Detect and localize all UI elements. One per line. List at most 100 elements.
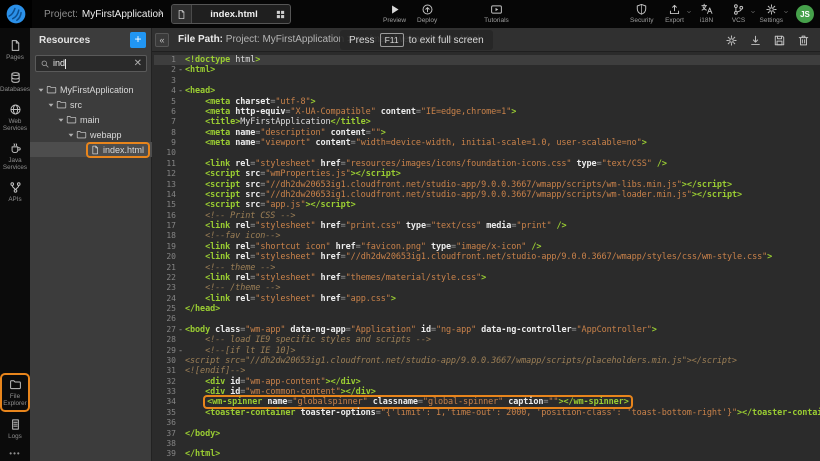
code-editor[interactable]: 1<!doctype html>2-<html>34-<head>5 <meta… [152,52,820,461]
clear-search-icon[interactable]: ✕ [134,58,142,69]
fold-gutter [176,273,185,283]
tree-row-src[interactable]: src [30,97,152,112]
line-number: 9 [154,138,176,148]
code-line-11[interactable]: 11 <link rel="stylesheet" href="resource… [154,159,820,169]
code-line-3[interactable]: 3 [154,76,820,86]
code-line-29[interactable]: 29- <!--[if lt IE 10]> [154,346,820,356]
trash-icon[interactable] [797,34,810,47]
fold-marker[interactable]: - [176,86,185,96]
code-line-24[interactable]: 24 <link rel="stylesheet" href="app.css"… [154,294,820,304]
i18n-button[interactable]: i18N [691,2,723,27]
line-number: 16 [154,211,176,221]
sidebar-item-file-explorer[interactable]: File Explorer [2,375,28,410]
code-line-39[interactable]: 39</html> [154,449,820,459]
code-line-13[interactable]: 13 <script src="//dh2dw20653ig1.cloudfro… [154,180,820,190]
code-line-16[interactable]: 16 <!-- Print CSS --> [154,211,820,221]
code-line-25[interactable]: 25</head> [154,304,820,314]
tree-row-main[interactable]: main [30,112,152,127]
grid-icon[interactable] [276,10,285,19]
sidebar-item-web-services[interactable]: Web Services [2,100,28,135]
code-line-38[interactable]: 38 [154,439,820,449]
code-line-10[interactable]: 10 [154,148,820,158]
code-line-35[interactable]: 35 <toaster-container toaster-options="{… [154,408,820,418]
deploy-button[interactable]: Deploy [411,2,443,27]
code-text: <script src="//dh2dw20653ig1.cloudfront.… [185,180,820,190]
fold-marker[interactable]: - [176,65,185,75]
code-line-27[interactable]: 27-<body class="wm-app" data-ng-app="App… [154,325,820,335]
code-line-28[interactable]: 28 <!-- load IE9 specific styles and scr… [154,335,820,345]
add-resource-button[interactable]: + [130,32,146,48]
export-button[interactable]: Export [659,2,691,27]
code-line-19[interactable]: 19 <link rel="shortcut icon" href="favic… [154,242,820,252]
settings-button[interactable]: Settings [755,2,789,27]
fold-marker[interactable]: - [176,325,185,335]
code-line-21[interactable]: 21 <!-- theme --> [154,263,820,273]
code-line-1[interactable]: 1<!doctype html> [154,55,820,65]
tree-row-webapp[interactable]: webapp [30,127,152,142]
sidebar-item-pages[interactable]: Pages [2,36,28,64]
code-line-7[interactable]: 7 <title>MyFirstApplication</title> [154,117,820,127]
security-label: Security [630,17,653,24]
line-number: 32 [154,377,176,387]
sidebar-item-java-services[interactable]: Java Services [2,139,28,174]
code-line-8[interactable]: 8 <meta name="description" content=""> [154,128,820,138]
code-line-22[interactable]: 22 <link rel="stylesheet" href="themes/m… [154,273,820,283]
sidebar-item-databases[interactable]: Databases [2,68,28,96]
code-line-33[interactable]: 33 <div id="wm-common-content"></div> [154,387,820,397]
open-file-tab[interactable]: index.html [171,4,291,24]
tree-row-myfirstapplication[interactable]: MyFirstApplication [30,82,152,97]
fold-gutter [176,294,185,304]
code-line-9[interactable]: 9 <meta name="viewport" content="width=d… [154,138,820,148]
fold-gutter [176,314,185,324]
code-line-4[interactable]: 4-<head> [154,86,820,96]
fold-gutter [176,190,185,200]
save-icon[interactable] [773,34,786,47]
code-line-5[interactable]: 5 <meta charset="utf-8"> [154,97,820,107]
code-line-30[interactable]: 30<script src="//dh2dw20653ig1.cloudfron… [154,356,820,366]
fold-marker[interactable]: - [176,346,185,356]
download-icon[interactable] [749,34,762,47]
annotation-highlight: <wm-spinner name="globalspinner" classna… [205,397,631,407]
code-line-37[interactable]: 37</body> [154,429,820,439]
code-line-2[interactable]: 2-<html> [154,65,820,75]
project-name[interactable]: MyFirstApplication [82,9,164,20]
code-line-6[interactable]: 6 <meta http-equiv="X-UA-Compatible" con… [154,107,820,117]
rail-group-top: Pages Databases Web Services Java Services A… [0,36,30,206]
code-line-34[interactable]: 34 <wm-spinner name="globalspinner" clas… [154,397,820,407]
vcs-button[interactable]: VCS [723,2,755,27]
tutorials-button[interactable]: Tutorials [479,2,514,27]
wavemaker-logo[interactable] [0,0,32,28]
code-text: <!-- /theme --> [185,283,820,293]
collapse-panel-button[interactable]: « [155,33,169,47]
code-text: </head> [185,304,820,314]
caret-down-icon[interactable] [46,101,56,109]
code-text: <script src="//dh2dw20653ig1.cloudfront.… [185,190,820,200]
code-line-17[interactable]: 17 <link rel="stylesheet" href="print.cs… [154,221,820,231]
sidebar-item-apis[interactable]: APIs [2,178,28,206]
sidebar-item-logs[interactable]: Logs [2,415,28,443]
code-text: <!--fav icon--> [185,231,820,241]
resource-search-input[interactable]: ind ✕ [35,55,147,72]
code-line-36[interactable]: 36 [154,418,820,428]
caret-down-icon[interactable] [36,86,46,94]
security-button[interactable]: Security [625,2,658,27]
code-line-18[interactable]: 18 <!--fav icon--> [154,231,820,241]
code-line-23[interactable]: 23 <!-- /theme --> [154,283,820,293]
code-text [185,439,820,449]
code-line-20[interactable]: 20 <link rel="stylesheet" href="//dh2dw2… [154,252,820,262]
rail-overflow-button[interactable]: ••• [0,449,30,458]
code-line-32[interactable]: 32 <div id="wm-app-content"></div> [154,377,820,387]
code-text: <link rel="stylesheet" href="app.css"> [185,294,820,304]
preview-button[interactable]: Preview [378,2,411,27]
tree-row-index-html[interactable]: index.html [30,142,152,157]
caret-down-icon[interactable] [56,116,66,124]
code-line-15[interactable]: 15 <script src="app.js"></script> [154,200,820,210]
line-number: 8 [154,128,176,138]
code-line-26[interactable]: 26 [154,314,820,324]
caret-down-icon[interactable] [66,131,76,139]
user-avatar[interactable]: JS [796,5,814,23]
code-line-14[interactable]: 14 <script src="//dh2dw20653ig1.cloudfro… [154,190,820,200]
code-line-31[interactable]: 31<![endif]--> [154,366,820,376]
gear-icon[interactable] [725,34,738,47]
code-line-12[interactable]: 12 <script src="wmProperties.js"></scrip… [154,169,820,179]
